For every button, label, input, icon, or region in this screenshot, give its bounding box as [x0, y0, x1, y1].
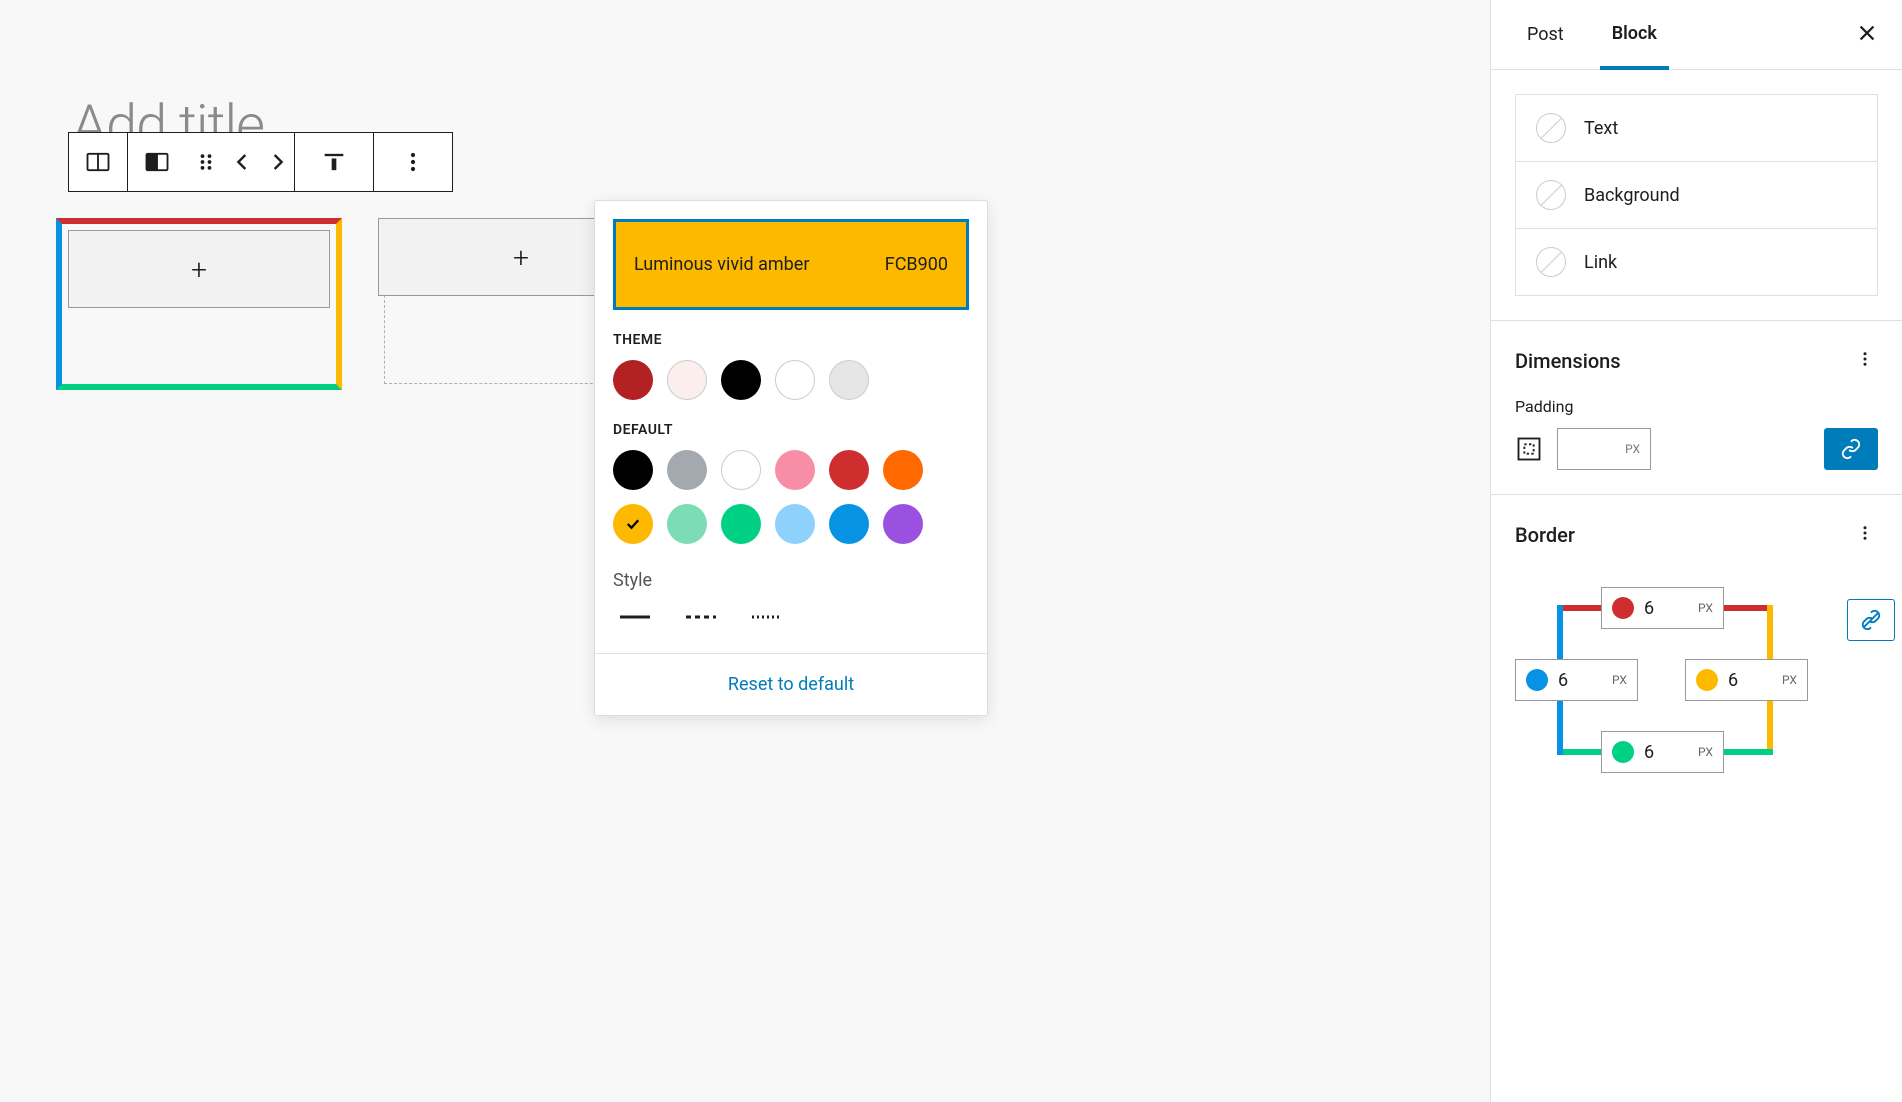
color-swatch[interactable] — [613, 450, 653, 490]
color-row-label: Link — [1584, 252, 1617, 273]
color-swatch[interactable] — [667, 360, 707, 400]
border-bottom-color-icon[interactable] — [1612, 741, 1634, 763]
color-swatch[interactable] — [883, 450, 923, 490]
border-top-input[interactable]: 6 PX — [1601, 587, 1724, 629]
move-right-icon[interactable] — [260, 133, 294, 191]
color-swatch[interactable] — [613, 360, 653, 400]
color-swatch[interactable] — [721, 360, 761, 400]
style-solid[interactable] — [617, 607, 653, 627]
color-hex: FCB900 — [885, 254, 948, 275]
border-panel: Border 6 PX 6 PX 6 PX — [1491, 495, 1902, 805]
style-section-label: Style — [613, 570, 969, 591]
color-swatch[interactable] — [667, 450, 707, 490]
link-color-row[interactable]: Link — [1515, 228, 1878, 296]
columns-block: + + — [56, 218, 664, 390]
settings-sidebar: Post Block Text Background Link Dimensio… — [1490, 0, 1902, 1102]
color-panel: Text Background Link — [1491, 70, 1902, 321]
theme-section-label: THEME — [613, 332, 969, 348]
style-dotted[interactable] — [749, 607, 785, 627]
color-swatch[interactable] — [775, 504, 815, 544]
color-swatch[interactable] — [613, 504, 653, 544]
background-color-row[interactable]: Background — [1515, 161, 1878, 229]
color-swatch[interactable] — [775, 360, 815, 400]
default-section-label: DEFAULT — [613, 422, 969, 438]
dimensions-title: Dimensions — [1515, 349, 1621, 373]
border-right-color-icon[interactable] — [1696, 669, 1718, 691]
color-name: Luminous vivid amber — [634, 254, 809, 275]
column-block-icon[interactable] — [128, 133, 186, 191]
more-options-icon[interactable] — [374, 133, 452, 191]
close-sidebar-button[interactable] — [1856, 22, 1878, 48]
style-dashed[interactable] — [683, 607, 719, 627]
color-swatch[interactable] — [721, 450, 761, 490]
columns-block-icon[interactable] — [69, 133, 127, 191]
column-1-selected[interactable]: + — [56, 218, 342, 390]
color-swatch[interactable] — [883, 504, 923, 544]
none-swatch-icon — [1536, 113, 1566, 143]
color-swatch[interactable] — [829, 360, 869, 400]
plus-icon: + — [191, 253, 207, 286]
border-title: Border — [1515, 523, 1575, 547]
plus-icon: + — [513, 241, 529, 274]
padding-label: Padding — [1515, 397, 1878, 416]
none-swatch-icon — [1536, 180, 1566, 210]
reset-to-default-button[interactable]: Reset to default — [728, 674, 854, 695]
tab-post[interactable]: Post — [1515, 2, 1576, 67]
tab-block[interactable]: Block — [1600, 1, 1669, 70]
dimensions-panel: Dimensions Padding PX — [1491, 321, 1902, 495]
padding-input[interactable]: PX — [1557, 428, 1651, 470]
default-swatches — [595, 450, 987, 544]
unlink-sides-button[interactable] — [1847, 599, 1895, 641]
color-swatch[interactable] — [829, 504, 869, 544]
editor-canvas[interactable]: Add title — [0, 0, 1490, 1102]
border-bottom-input[interactable]: 6 PX — [1601, 731, 1724, 773]
drag-handle-icon[interactable] — [186, 133, 226, 191]
sidebar-tabs: Post Block — [1491, 0, 1902, 70]
border-style-options — [595, 607, 987, 653]
color-picker-popover: Luminous vivid amber FCB900 THEME DEFAUL… — [594, 200, 988, 716]
border-left-input[interactable]: 6 PX — [1515, 659, 1638, 701]
vertical-align-icon[interactable] — [295, 133, 373, 191]
none-swatch-icon — [1536, 247, 1566, 277]
color-swatch[interactable] — [667, 504, 707, 544]
block-toolbar — [68, 132, 453, 192]
border-visual-editor: 6 PX 6 PX 6 PX 6 PX — [1515, 581, 1815, 781]
theme-swatches — [595, 360, 987, 400]
color-preview[interactable]: Luminous vivid amber FCB900 — [613, 219, 969, 310]
color-swatch[interactable] — [829, 450, 869, 490]
add-block-button[interactable]: + — [68, 230, 330, 308]
border-right-input[interactable]: 6 PX — [1685, 659, 1808, 701]
color-swatch[interactable] — [775, 450, 815, 490]
color-row-label: Text — [1584, 118, 1618, 139]
border-top-color-icon[interactable] — [1612, 597, 1634, 619]
color-row-label: Background — [1584, 185, 1680, 206]
dimensions-more-icon[interactable] — [1852, 345, 1878, 377]
color-swatch[interactable] — [721, 504, 761, 544]
padding-box-icon — [1515, 435, 1543, 463]
move-left-icon[interactable] — [226, 133, 260, 191]
text-color-row[interactable]: Text — [1515, 94, 1878, 162]
link-sides-button[interactable] — [1824, 428, 1878, 470]
border-more-icon[interactable] — [1852, 519, 1878, 551]
border-left-color-icon[interactable] — [1526, 669, 1548, 691]
